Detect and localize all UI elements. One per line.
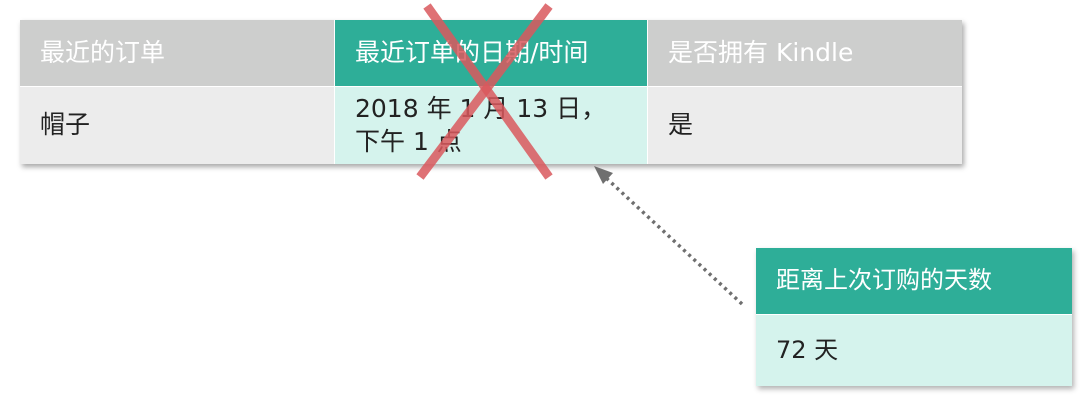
cell-owns-kindle: 是 [647, 86, 962, 164]
arrow-line [602, 174, 744, 306]
arrow-head [594, 166, 613, 184]
header-days-since-last-order: 距离上次订购的天数 [756, 248, 1072, 314]
cell-recent-order: 帽子 [20, 86, 334, 164]
derived-feature-table: 距离上次订购的天数 72 天 [756, 248, 1072, 386]
header-recent-order: 最近的订单 [20, 20, 334, 86]
cell-days-since-last-order: 72 天 [756, 314, 1072, 386]
datetime-text: 2018 年 1 月 13 日，下午 1 点 [355, 94, 607, 156]
original-data-table: 最近的订单 最近订单的日期/时间 是否拥有 Kindle 帽子 2018 年 1… [20, 20, 962, 164]
header-recent-order-datetime: 最近订单的日期/时间 [334, 20, 647, 86]
cell-recent-order-datetime: 2018 年 1 月 13 日，下午 1 点 [334, 86, 647, 164]
header-owns-kindle: 是否拥有 Kindle [647, 20, 962, 86]
